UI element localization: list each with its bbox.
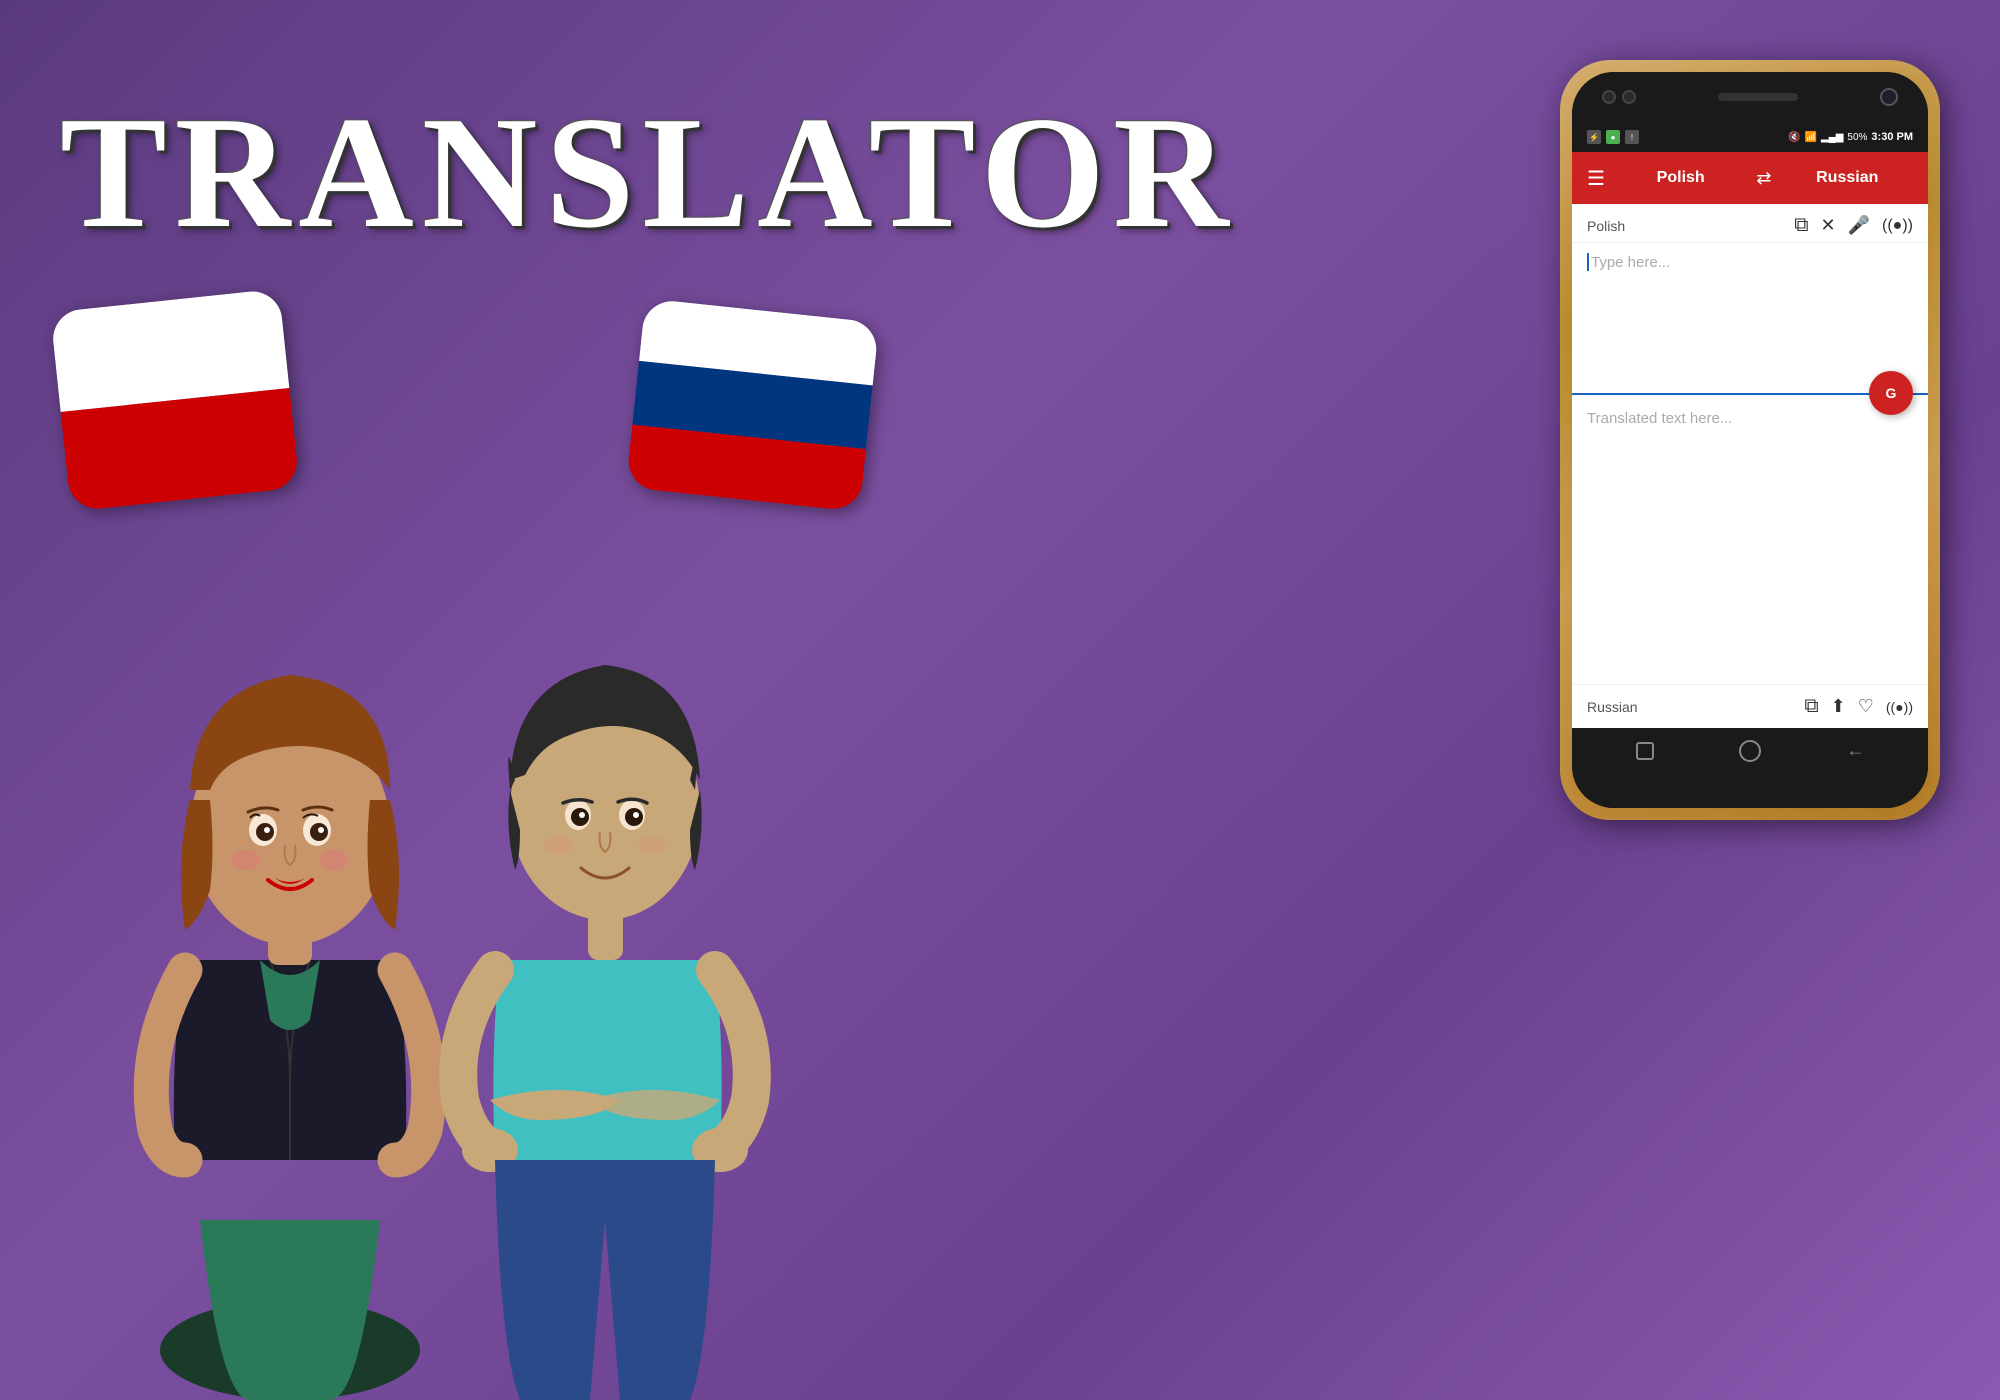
home-icon[interactable]	[1736, 737, 1764, 765]
source-lang-bar: Polish ⧉ ✕ 🎤 ((●))	[1572, 204, 1928, 243]
signal-icon: ▂▄▆	[1821, 132, 1843, 143]
phone-inner: ⚡ ● ! 🔇 📶 ▂▄▆ 50% 3:30 PM ☰ Polish ⇄ Rus…	[1572, 72, 1928, 808]
battery-indicator: 50%	[1847, 132, 1867, 143]
wifi-icon: 📶	[1804, 132, 1816, 143]
back-arrow: ←	[1846, 740, 1864, 761]
time-display: 3:30 PM	[1871, 131, 1913, 143]
target-lang-label: Russian	[1587, 699, 1638, 715]
hamburger-menu-icon[interactable]: ☰	[1587, 166, 1605, 191]
phone-device: ⚡ ● ! 🔇 📶 ▂▄▆ 50% 3:30 PM ☰ Polish ⇄ Rus…	[1560, 60, 1940, 820]
target-listen-icon[interactable]: ((●))	[1886, 699, 1913, 715]
translate-google-icon: G	[1886, 385, 1897, 401]
front-camera	[1880, 88, 1898, 106]
phone-nav-bar: ←	[1572, 728, 1928, 773]
copy-icon[interactable]: ⧉	[1794, 214, 1808, 237]
target-icons: ⧉ ⬆ ♡ ((●))	[1804, 695, 1913, 718]
text-input-area[interactable]: Type here...	[1572, 243, 1928, 383]
status-bar: ⚡ ● ! 🔇 📶 ▂▄▆ 50% 3:30 PM	[1572, 122, 1928, 152]
phone-top-hardware	[1572, 72, 1928, 122]
characters-illustration	[0, 400, 900, 1400]
phone-bottom-hardware	[1572, 773, 1928, 808]
camera-dot-1	[1602, 90, 1616, 104]
target-lang-bar: Russian ⧉ ⬆ ♡ ((●))	[1572, 684, 1928, 728]
target-language-button[interactable]: Russian	[1782, 169, 1913, 187]
source-section: Polish ⧉ ✕ 🎤 ((●)) Type here... G	[1572, 204, 1928, 395]
listen-icon[interactable]: ((●))	[1882, 217, 1913, 235]
favorite-icon[interactable]: ♡	[1858, 696, 1874, 717]
source-lang-label: Polish	[1587, 218, 1625, 234]
target-section: Translated text here...	[1572, 395, 1928, 684]
back-icon[interactable]: ←	[1841, 737, 1869, 765]
input-cursor	[1587, 253, 1589, 271]
speaker-bar	[1718, 93, 1798, 101]
share-icon[interactable]: ⬆	[1831, 696, 1846, 717]
target-copy-icon[interactable]: ⧉	[1804, 695, 1818, 718]
usb-icon: ⚡	[1587, 130, 1601, 144]
home-icon-shape	[1739, 740, 1761, 762]
clear-icon[interactable]: ✕	[1821, 215, 1836, 236]
app-toolbar[interactable]: ☰ Polish ⇄ Russian	[1572, 152, 1928, 204]
camera-dot-2	[1622, 90, 1636, 104]
source-language-button[interactable]: Polish	[1615, 169, 1746, 187]
mic-icon[interactable]: 🎤	[1848, 215, 1870, 236]
translate-divider: G	[1572, 393, 1928, 395]
status-icons-right: 🔇 📶 ▂▄▆ 50% 3:30 PM	[1788, 131, 1913, 143]
app-screen: ☰ Polish ⇄ Russian Polish ⧉ ✕ 🎤 ((●))	[1572, 152, 1928, 728]
input-placeholder: Type here...	[1591, 254, 1670, 271]
alert-icon: !	[1625, 130, 1639, 144]
recent-icon-shape	[1636, 742, 1654, 760]
status-icons-left: ⚡ ● !	[1587, 130, 1639, 144]
app-title: TRANSLATOR	[60, 80, 1237, 265]
camera-area	[1602, 90, 1636, 104]
recent-apps-icon[interactable]	[1631, 737, 1659, 765]
translate-fab-button[interactable]: G	[1869, 371, 1913, 415]
mute-icon: 🔇	[1788, 132, 1800, 143]
swap-languages-icon[interactable]: ⇄	[1756, 168, 1771, 189]
notification-dot: ●	[1606, 130, 1620, 144]
translated-placeholder: Translated text here...	[1587, 410, 1913, 427]
source-icons: ⧉ ✕ 🎤 ((●))	[1794, 214, 1913, 237]
